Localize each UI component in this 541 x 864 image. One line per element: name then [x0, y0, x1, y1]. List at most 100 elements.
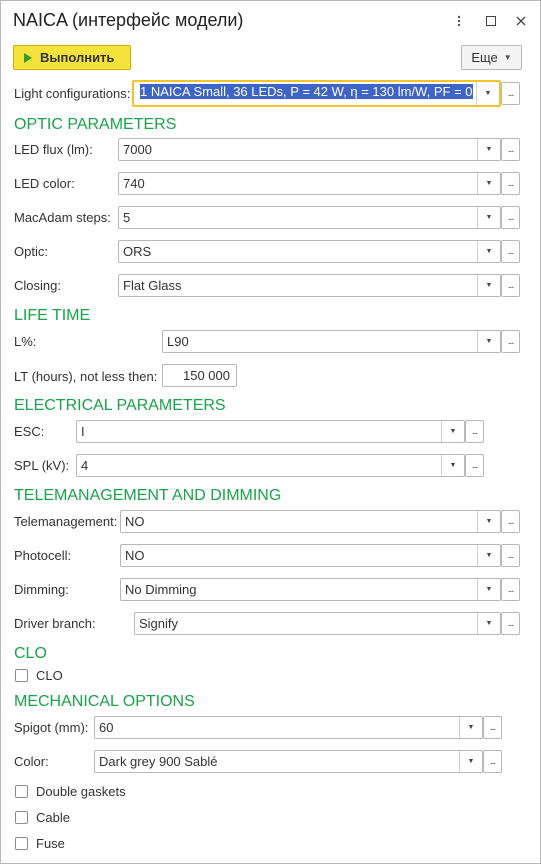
macadam-value: 5 [123, 210, 131, 225]
telemanagement-field[interactable]: NO ▼ [120, 510, 501, 533]
chevron-down-icon[interactable]: ▼ [477, 545, 500, 566]
color-select-button[interactable]: ... [483, 750, 502, 773]
chevron-down-icon[interactable]: ▼ [477, 207, 500, 228]
led-flux-field[interactable]: 7000 ▼ [118, 138, 501, 161]
close-icon[interactable] [513, 13, 529, 29]
chevron-down-icon[interactable]: ▼ [459, 717, 482, 738]
closing-label: Closing: [14, 278, 61, 293]
maximize-icon[interactable] [483, 13, 499, 29]
chevron-down-icon[interactable]: ▼ [477, 173, 500, 194]
play-icon [24, 52, 32, 63]
l-percent-field[interactable]: L90 ▼ [162, 330, 501, 353]
light-config-field[interactable]: 1 NAICA Small, 36 LEDs, P = 42 W, η = 13… [132, 80, 501, 107]
chevron-down-icon[interactable]: ▼ [441, 455, 464, 476]
closing-select-button[interactable]: ... [501, 274, 520, 297]
lt-hours-input[interactable]: 150 000 [162, 364, 237, 387]
macadam-label: MacAdam steps: [14, 210, 111, 225]
more-button[interactable]: Еще ▼ [461, 45, 522, 70]
dimming-label: Dimming: [14, 582, 69, 597]
photocell-value: NO [125, 548, 145, 563]
run-button[interactable]: Выполнить [13, 45, 131, 70]
spl-label: SPL (kV): [14, 458, 70, 473]
led-flux-label: LED flux (lm): [14, 142, 93, 157]
dimming-value: No Dimming [125, 582, 197, 597]
driver-branch-label: Driver branch: [14, 616, 96, 631]
double-gaskets-row[interactable]: Double gaskets [15, 784, 126, 799]
cable-checkbox[interactable] [15, 811, 28, 824]
driver-branch-select-button[interactable]: ... [501, 612, 520, 635]
esc-select-button[interactable]: ... [465, 420, 484, 443]
telemanagement-value: NO [125, 514, 145, 529]
optic-field[interactable]: ORS ▼ [118, 240, 501, 263]
l-percent-value: L90 [167, 334, 189, 349]
telemanagement-section-title: TELEMANAGEMENT AND DIMMING [14, 487, 282, 504]
model-window: NAICA (интерфейс модели) Выполнить Еще ▼… [0, 0, 541, 864]
fuse-checkbox[interactable] [15, 837, 28, 850]
l-percent-label: L%: [14, 334, 37, 349]
chevron-down-icon[interactable]: ▼ [477, 511, 500, 532]
led-color-label: LED color: [14, 176, 75, 191]
clo-section-title: CLO [14, 645, 47, 662]
color-label: Color: [14, 754, 49, 769]
light-config-label: Light configurations: [14, 86, 131, 101]
l-percent-select-button[interactable]: ... [501, 330, 520, 353]
color-field[interactable]: Dark grey 900 Sablé ▼ [94, 750, 483, 773]
driver-branch-value: Signify [139, 616, 179, 631]
chevron-down-icon[interactable]: ▼ [477, 331, 500, 352]
window-title: NAICA (интерфейс модели) [13, 10, 244, 30]
led-flux-select-button[interactable]: ... [501, 138, 520, 161]
chevron-down-icon[interactable]: ▼ [477, 613, 500, 634]
chevron-down-icon[interactable]: ▼ [476, 82, 499, 105]
electrical-section-title: ELECTRICAL PARAMETERS [14, 397, 226, 414]
telemanagement-select-button[interactable]: ... [501, 510, 520, 533]
spl-select-button[interactable]: ... [465, 454, 484, 477]
chevron-down-icon[interactable]: ▼ [459, 751, 482, 772]
cable-row[interactable]: Cable [15, 810, 70, 825]
clo-checkbox-row[interactable]: CLO [15, 668, 63, 683]
closing-value: Flat Glass [123, 278, 182, 293]
fuse-row[interactable]: Fuse [15, 836, 65, 851]
led-color-field[interactable]: 740 ▼ [118, 172, 501, 195]
driver-branch-field[interactable]: Signify ▼ [134, 612, 501, 635]
spigot-label: Spigot (mm): [14, 720, 89, 735]
chevron-down-icon[interactable]: ▼ [477, 275, 500, 296]
spigot-select-button[interactable]: ... [483, 716, 502, 739]
photocell-field[interactable]: NO ▼ [120, 544, 501, 567]
chevron-down-icon[interactable]: ▼ [477, 241, 500, 262]
color-value: Dark grey 900 Sablé [99, 754, 218, 769]
optic-section-title: OPTIC PARAMETERS [14, 116, 177, 133]
photocell-select-button[interactable]: ... [501, 544, 520, 567]
chevron-down-icon[interactable]: ▼ [477, 579, 500, 600]
closing-field[interactable]: Flat Glass ▼ [118, 274, 501, 297]
run-button-label: Выполнить [40, 50, 115, 65]
led-flux-value: 7000 [123, 142, 152, 157]
optic-value: ORS [123, 244, 152, 259]
lt-hours-label: LT (hours), not less then: [14, 369, 158, 384]
dimming-field[interactable]: No Dimming ▼ [120, 578, 501, 601]
optic-select-button[interactable]: ... [501, 240, 520, 263]
mechanical-section-title: MECHANICAL OPTIONS [14, 693, 195, 710]
esc-label: ESC: [14, 424, 45, 439]
chevron-down-icon[interactable]: ▼ [441, 421, 464, 442]
more-button-label: Еще [471, 50, 498, 65]
more-vertical-icon[interactable] [451, 13, 467, 29]
photocell-label: Photocell: [14, 548, 72, 563]
macadam-select-button[interactable]: ... [501, 206, 520, 229]
dimming-select-button[interactable]: ... [501, 578, 520, 601]
spigot-field[interactable]: 60 ▼ [94, 716, 483, 739]
light-config-value: 1 NAICA Small, 36 LEDs, P = 42 W, η = 13… [140, 84, 473, 99]
esc-field[interactable]: I ▼ [76, 420, 465, 443]
spl-value: 4 [81, 458, 89, 473]
clo-checkbox[interactable] [15, 669, 28, 682]
double-gaskets-label: Double gaskets [36, 784, 126, 799]
lifetime-section-title: LIFE TIME [14, 307, 91, 324]
cable-label: Cable [36, 810, 70, 825]
double-gaskets-checkbox[interactable] [15, 785, 28, 798]
spl-field[interactable]: 4 ▼ [76, 454, 465, 477]
light-config-select-button[interactable]: ... [501, 82, 520, 105]
esc-value: I [81, 424, 85, 439]
chevron-down-icon[interactable]: ▼ [477, 139, 500, 160]
macadam-field[interactable]: 5 ▼ [118, 206, 501, 229]
telemanagement-label: Telemanagement: [14, 514, 118, 529]
led-color-select-button[interactable]: ... [501, 172, 520, 195]
